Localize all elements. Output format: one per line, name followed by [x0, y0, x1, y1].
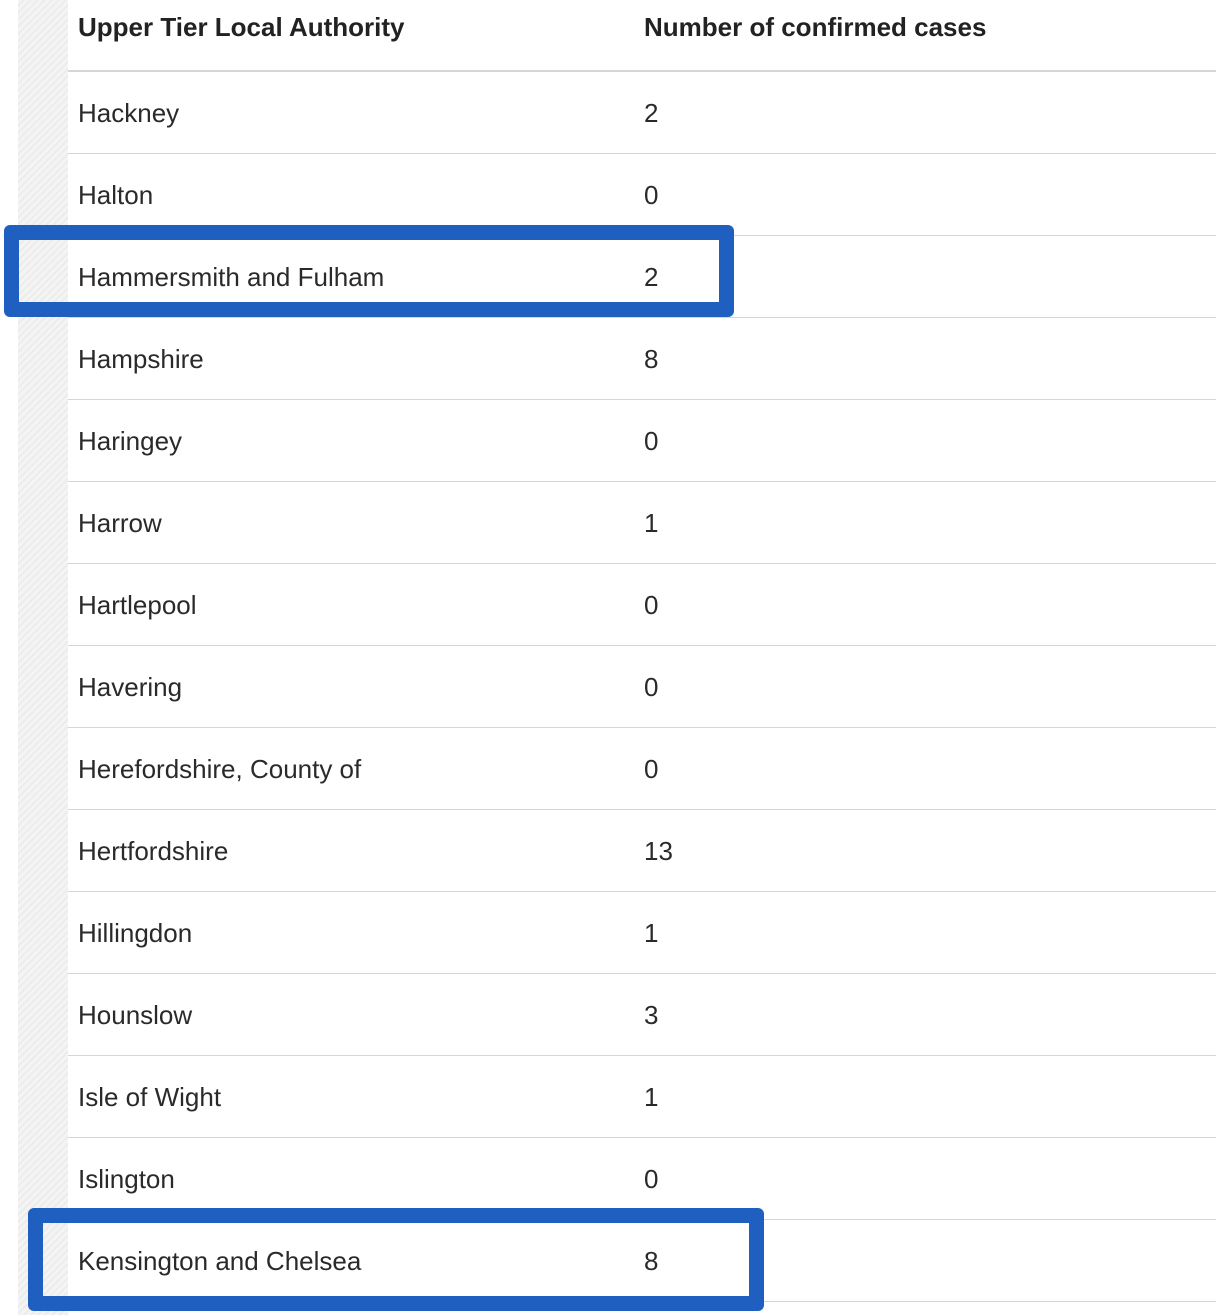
row-cases: 8 — [644, 344, 659, 374]
row-cases: 0 — [644, 180, 659, 210]
row-authority: Isle of Wight — [78, 1082, 222, 1112]
row-authority: Halton — [78, 180, 154, 210]
row-authority: Haringey — [78, 426, 183, 456]
row-cases: 1 — [644, 918, 659, 948]
table-row: Harrow 1 — [68, 482, 1216, 564]
table-row: Hampshire 8 — [68, 318, 1216, 400]
row-cases: 2 — [644, 98, 659, 128]
row-cases: 1 — [644, 508, 659, 538]
row-authority: Herefordshire, County of — [78, 754, 362, 784]
row-authority: Havering — [78, 672, 183, 702]
row-cases: 0 — [644, 426, 659, 456]
table-row: Hillingdon 1 — [68, 892, 1216, 974]
table-row: Isle of Wight 1 — [68, 1056, 1216, 1138]
table-row: Herefordshire, County of 0 — [68, 728, 1216, 810]
row-cases: 0 — [644, 754, 659, 784]
table-row: Hertfordshire 13 — [68, 810, 1216, 892]
table-row: Havering 0 — [68, 646, 1216, 728]
row-authority: Hertfordshire — [78, 836, 229, 866]
row-authority: Hounslow — [78, 1000, 193, 1030]
row-authority: Hampshire — [78, 344, 204, 374]
table-header-row: Upper Tier Local Authority Number of con… — [68, 0, 1216, 72]
header-authority: Upper Tier Local Authority — [78, 12, 405, 42]
row-authority: Hackney — [78, 98, 180, 128]
table-row: Hartlepool 0 — [68, 564, 1216, 646]
row-authority: Harrow — [78, 508, 162, 538]
row-authority: Hillingdon — [78, 918, 193, 948]
row-cases: 0 — [644, 590, 659, 620]
table-row: Halton 0 — [68, 154, 1216, 236]
row-authority: Hartlepool — [78, 590, 197, 620]
row-authority: Islington — [78, 1164, 175, 1194]
cases-table: Upper Tier Local Authority Number of con… — [68, 0, 1216, 1302]
row-cases: 13 — [644, 836, 673, 866]
table-row: Hounslow 3 — [68, 974, 1216, 1056]
header-cases: Number of confirmed cases — [644, 12, 987, 42]
row-cases: 0 — [644, 672, 659, 702]
left-gutter-pattern — [18, 0, 68, 1315]
highlight-box-kensington-and-chelsea — [28, 1208, 764, 1311]
row-cases: 0 — [644, 1164, 659, 1194]
table-row: Haringey 0 — [68, 400, 1216, 482]
page: Upper Tier Local Authority Number of con… — [0, 0, 1216, 1315]
table-row: Hackney 2 — [68, 72, 1216, 154]
row-cases: 1 — [644, 1082, 659, 1112]
highlight-box-hammersmith-and-fulham — [4, 225, 734, 317]
row-cases: 3 — [644, 1000, 659, 1030]
